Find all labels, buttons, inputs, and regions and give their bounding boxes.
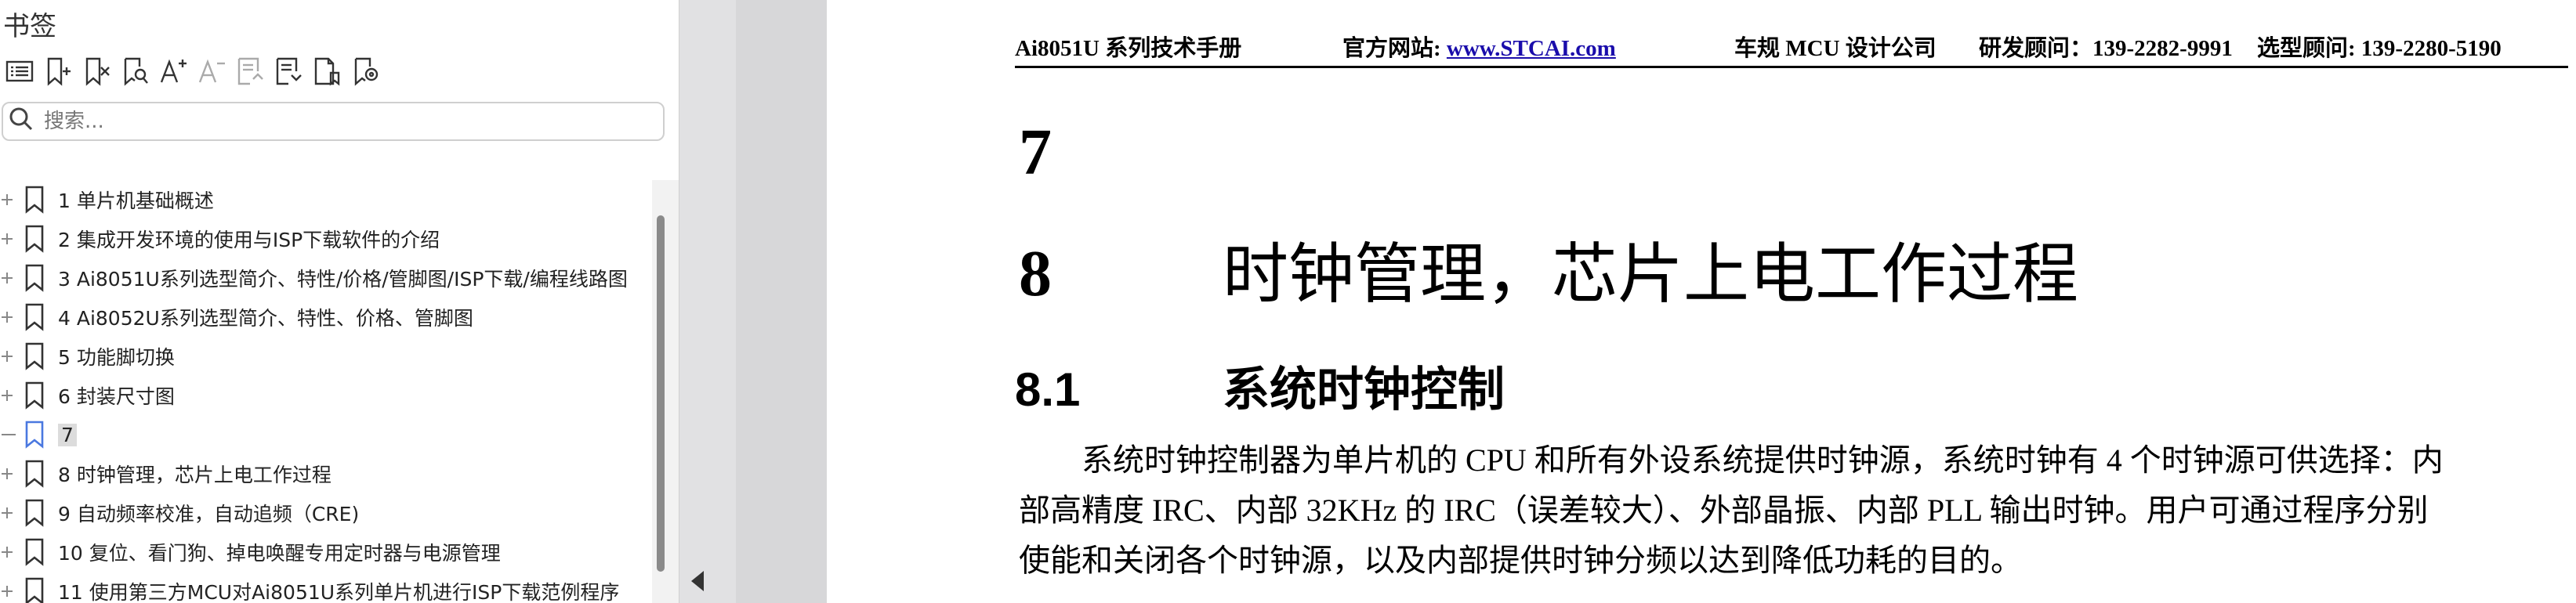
bookmark-label: 11 使用第三方MCU对Ai8051U系列单片机进行ISP下载范例程序 (58, 581, 620, 603)
chapter-7-heading: 7 (1019, 116, 1052, 189)
bookmark-item[interactable]: 5 功能脚切换 (0, 337, 650, 376)
bookmark-panel: 书签 搜索... 1 单片机基础概述 2 集成开发环境的使用与ISP下载软件的介… (0, 0, 679, 603)
bookmark-item[interactable]: 11 使用第三方MCU对Ai8051U系列单片机进行ISP下载范例程序 (0, 572, 650, 603)
tree-connector-icon (0, 424, 17, 445)
section-8-1-number: 8.1 (1015, 363, 1081, 416)
bookmark-label: 8 时钟管理，芯片上电工作过程 (58, 464, 332, 486)
expand-icon[interactable] (0, 385, 17, 406)
bookmark-icon (20, 223, 49, 255)
collapse-all-icon[interactable] (230, 50, 269, 92)
bookmark-tree: 1 单片机基础概述 2 集成开发环境的使用与ISP下载软件的介绍 3 Ai8051U… (0, 180, 655, 603)
bookmark-label: 7 (58, 423, 77, 446)
expand-icon[interactable] (0, 542, 17, 562)
section-8-1-title: 系统时钟控制 (1223, 363, 1505, 417)
bookmark-item[interactable]: 6 封装尺寸图 (0, 376, 650, 415)
expand-icon[interactable] (0, 346, 17, 366)
chapter-8-number: 8 (1019, 237, 1052, 310)
panel-title: 书签 (3, 11, 56, 42)
bookmark-icon (20, 536, 49, 568)
website-link[interactable]: www.STCAI.com (1447, 36, 1616, 61)
search-icon (8, 106, 39, 137)
search-input[interactable] (42, 109, 641, 134)
bookmark-item[interactable]: 8 时钟管理，芯片上电工作过程 (0, 454, 650, 493)
bookmark-toolbar (0, 50, 384, 92)
bookmark-label: 2 集成开发环境的使用与ISP下载软件的介绍 (58, 229, 440, 251)
bookmark-label: 10 复位、看门狗、掉电唤醒专用定时器与电源管理 (58, 542, 501, 565)
delete-bookmark-icon[interactable] (77, 50, 115, 92)
expand-icon[interactable] (0, 190, 17, 210)
bookmark-label: 5 功能脚切换 (58, 346, 175, 369)
expand-icon[interactable] (0, 307, 17, 327)
bookmark-item[interactable]: 9 自动频率校准，自动追频（CRE) (0, 493, 650, 533)
bookmark-label: 3 Ai8051U系列选型简介、特性/价格/管脚图/ISP下载/编程线路图 (58, 268, 628, 291)
expand-all-icon[interactable] (269, 50, 307, 92)
header-manual-title: Ai8051U 系列技术手册 (1015, 36, 1242, 61)
increase-font-icon[interactable] (154, 50, 192, 92)
running-header: Ai8051U 系列技术手册 官方网站: www.STCAI.com 车规 MC… (1015, 27, 2568, 68)
bookmark-label: 4 Ai8052U系列选型简介、特性、价格、管脚图 (58, 307, 473, 330)
bookmark-label: 9 自动频率校准，自动追频（CRE) (58, 503, 360, 525)
bookmark-icon (20, 184, 49, 215)
expand-icon[interactable] (0, 268, 17, 288)
header-selection-contact: 选型顾问: 139-2280-5190 (2257, 36, 2502, 61)
bookmark-icon (20, 380, 49, 411)
add-bookmark-icon[interactable] (38, 50, 77, 92)
bookmark-search[interactable] (2, 102, 665, 141)
bookmark-icon (20, 341, 49, 372)
bookmark-icon (20, 419, 49, 450)
expand-icon[interactable] (0, 229, 17, 249)
paragraph-line: 使能和关闭各个时钟源，以及内部提供时钟分频以达到降低功耗的目的。 (1019, 543, 2022, 578)
bookmark-item[interactable]: 4 Ai8052U系列选型简介、特性、价格、管脚图 (0, 298, 650, 337)
panel-gutter (679, 0, 736, 603)
header-website: 官方网站: www.STCAI.com (1342, 30, 1616, 63)
header-site-label: 官方网站: (1342, 36, 1447, 61)
bookmark-item[interactable]: 1 单片机基础概述 (0, 180, 650, 219)
paragraph-line: 部高精度 IRC、内部 32KHz 的 IRC（误差较大）、外部晶振、内部 PL… (1019, 493, 2429, 528)
bookmark-item[interactable]: 7 (0, 415, 650, 454)
document-page: Ai8051U 系列技术手册 官方网站: www.STCAI.com 车规 MC… (827, 0, 2576, 603)
bookmark-item[interactable]: 2 集成开发环境的使用与ISP下载软件的介绍 (0, 219, 650, 258)
bookmark-icon (20, 497, 49, 529)
document-bookmark-icon[interactable] (307, 50, 346, 92)
scrollbar-thumb[interactable] (657, 215, 665, 572)
bookmark-icon (20, 458, 49, 489)
bookmark-icon (20, 262, 49, 294)
bookmark-item[interactable]: 10 复位、看门狗、掉电唤醒专用定时器与电源管理 (0, 533, 650, 572)
expand-icon[interactable] (0, 464, 17, 484)
header-company: 车规 MCU 设计公司 (1734, 36, 1937, 61)
find-bookmark-icon[interactable] (115, 50, 154, 92)
decrease-font-icon[interactable] (192, 50, 230, 92)
collapse-panel-icon[interactable] (690, 569, 708, 593)
expand-icon[interactable] (0, 503, 17, 523)
locate-bookmark-icon[interactable] (346, 50, 384, 92)
bookmark-icon (20, 302, 49, 333)
paragraph-line: 系统时钟控制器为单片机的 CPU 和所有外设系统提供时钟源，系统时钟有 4 个时… (1019, 442, 2444, 478)
chapter-8-title: 时钟管理，芯片上电工作过程 (1223, 236, 2079, 312)
bookmark-item[interactable]: 3 Ai8051U系列选型简介、特性/价格/管脚图/ISP下载/编程线路图 (0, 258, 650, 298)
bookmark-icon (20, 576, 49, 603)
header-rd-contact: 研发顾问：139-2282-9991 (1979, 36, 2233, 61)
bookmark-label: 6 封装尺寸图 (58, 385, 175, 408)
list-icon[interactable] (0, 50, 38, 92)
bookmark-label: 1 单片机基础概述 (58, 190, 214, 212)
expand-icon[interactable] (0, 581, 17, 601)
